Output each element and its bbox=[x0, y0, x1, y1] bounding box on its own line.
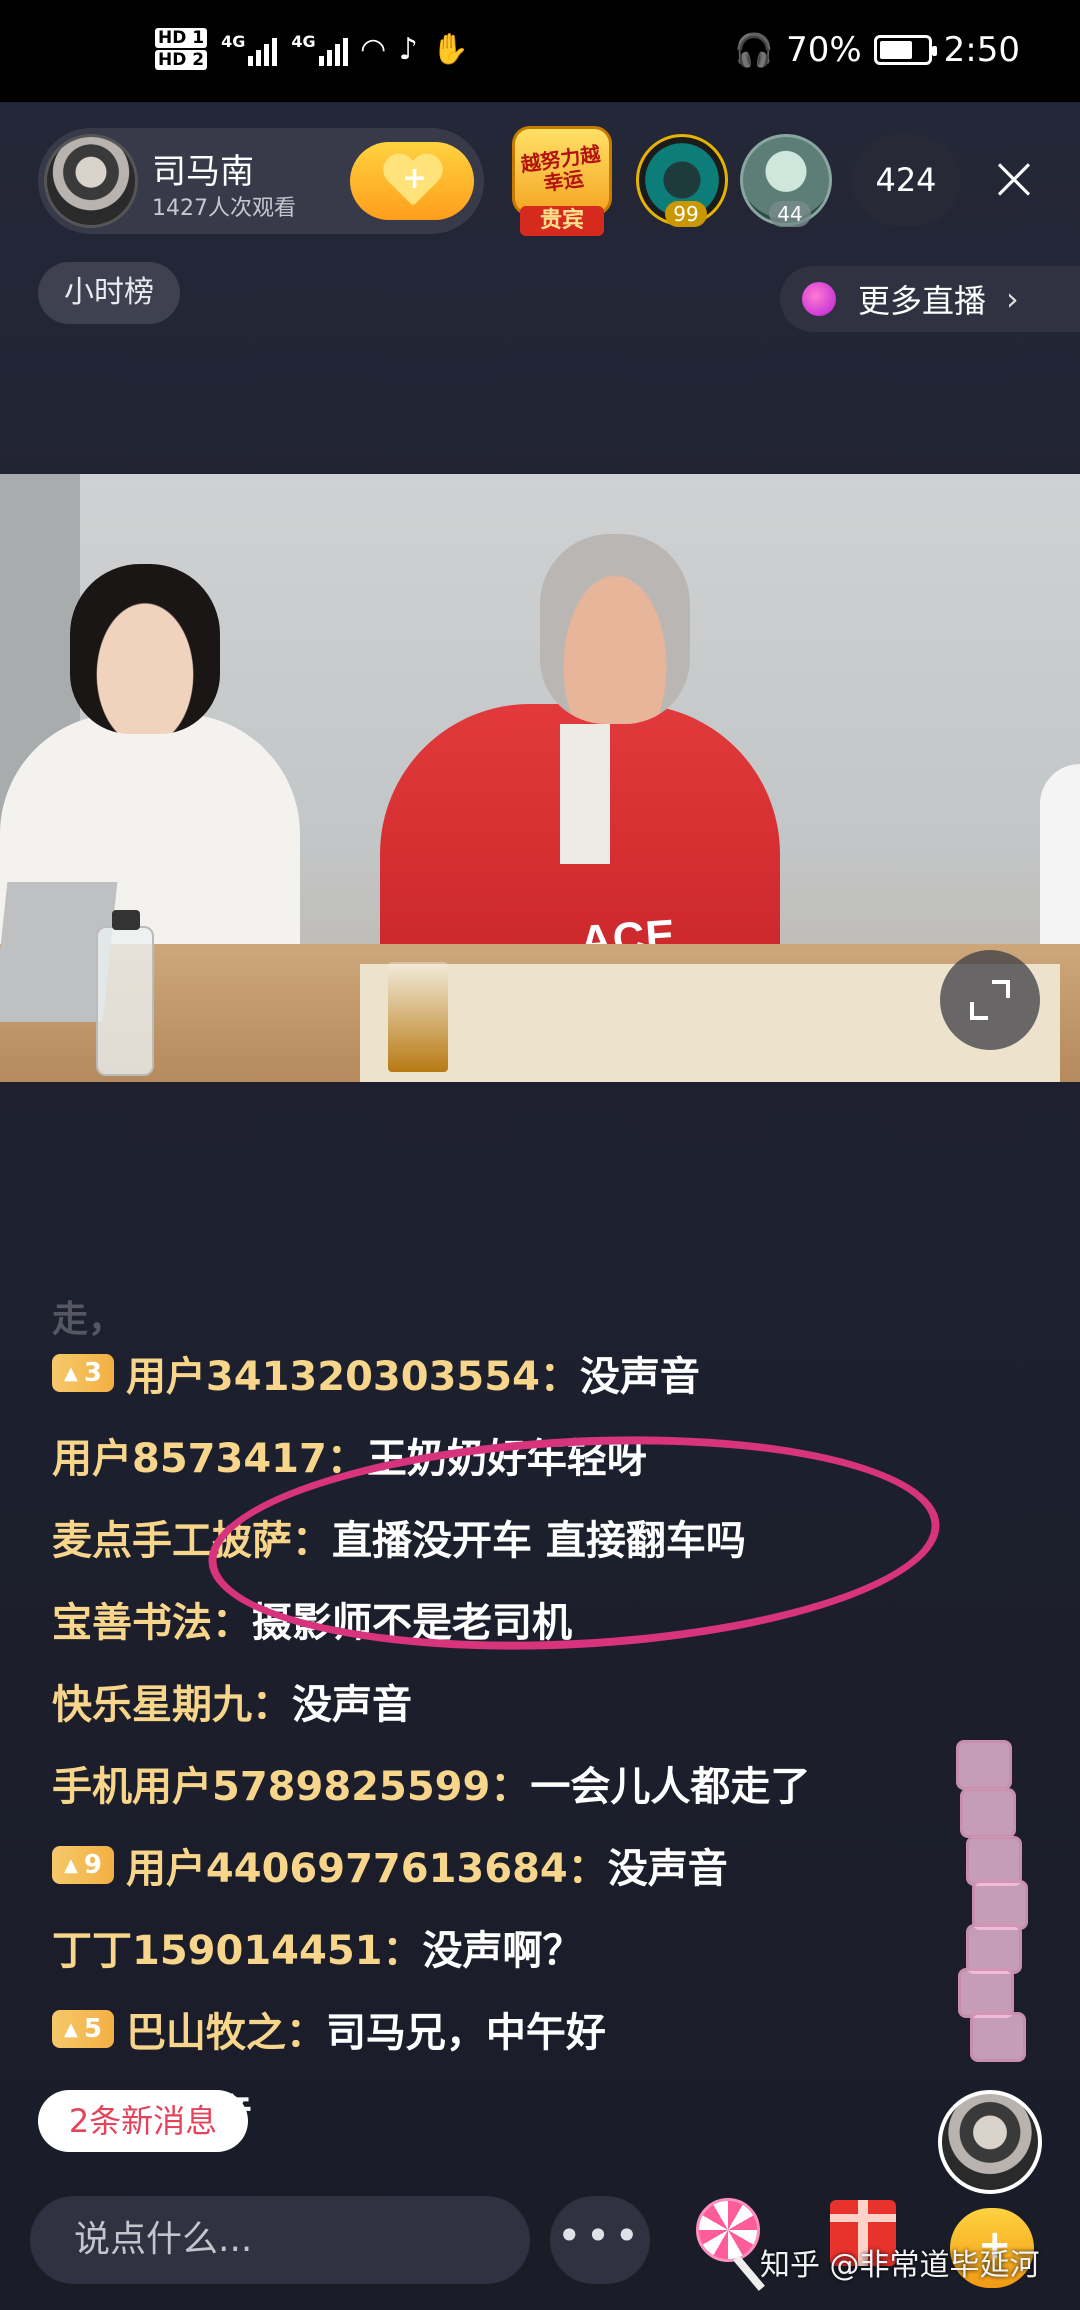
new-messages-button[interactable]: 2条新消息 bbox=[38, 2090, 248, 2152]
status-right: 🎧 70% 2:50 bbox=[734, 30, 1020, 70]
level-badge: ▲ 9 bbox=[52, 1846, 114, 1884]
status-bar: HD 1 HD 2 4G 4G ◠ ♪ ✋ 🎧 70% 2:50 bbox=[0, 0, 1080, 102]
video-bottle bbox=[96, 910, 154, 1076]
bag-icon bbox=[956, 1740, 1012, 1790]
live-stream-screen: HD 1 HD 2 4G 4G ◠ ♪ ✋ 🎧 70% 2:50 司马南 142… bbox=[0, 0, 1080, 2310]
chevron-right-icon: › bbox=[1006, 280, 1019, 318]
bag-icon bbox=[958, 1968, 1014, 2018]
video-person-left-head bbox=[70, 564, 220, 734]
chat-message[interactable]: ▲ 5 巴山牧之： 司马兄，中午好 bbox=[52, 1994, 606, 2064]
follow-button[interactable]: + bbox=[350, 142, 474, 220]
video-person-center-head bbox=[540, 534, 690, 724]
level-number: 3 bbox=[83, 1358, 102, 1388]
level-arrow-icon: ▲ bbox=[64, 1362, 78, 1384]
watermark: 知乎 @非常道毕延河 bbox=[760, 2248, 1040, 2283]
hd2-label: HD 2 bbox=[155, 50, 208, 70]
network-type-1: 4G bbox=[221, 32, 246, 51]
video-person-shirt bbox=[560, 724, 610, 864]
heart-plus-icon: + bbox=[382, 155, 442, 207]
level-badge: ▲ 3 bbox=[52, 1354, 114, 1392]
chat-text: 一会儿人都走了 bbox=[530, 1764, 811, 1810]
chat-username[interactable]: 快乐星期九： bbox=[52, 1672, 292, 1730]
chat-text: 没声音 bbox=[607, 1846, 728, 1892]
battery-percent: 70% bbox=[786, 30, 862, 70]
more-live-button[interactable]: 更多直播 › bbox=[780, 266, 1080, 332]
chat-username[interactable]: 用户341320303554： bbox=[126, 1344, 580, 1402]
host-name: 司马南 bbox=[152, 152, 254, 192]
level-badge: ▲ 5 bbox=[52, 2010, 114, 2048]
headphones-icon: 🎧 bbox=[734, 31, 775, 69]
level-number: 5 bbox=[83, 2014, 102, 2044]
vip-badge[interactable]: 越努力越幸运 贵宾 bbox=[502, 118, 622, 242]
level-arrow-icon: ▲ bbox=[64, 2018, 78, 2040]
level-number: 9 bbox=[83, 1850, 102, 1880]
hd1-label: HD 1 bbox=[155, 28, 208, 48]
status-left: HD 1 HD 2 4G 4G ◠ ♪ ✋ bbox=[155, 28, 469, 70]
online-count-button[interactable]: 424 bbox=[852, 134, 960, 226]
top-viewer-avatar-2[interactable]: 44 bbox=[740, 134, 832, 227]
hour-rank-button[interactable]: 小时榜 bbox=[38, 262, 180, 324]
tiktok-icon: ♪ bbox=[398, 31, 418, 67]
bag-icon bbox=[960, 1788, 1016, 1838]
host-avatar[interactable] bbox=[44, 134, 138, 228]
chat-username[interactable]: 宝善书法： bbox=[52, 1590, 252, 1648]
more-live-label: 更多直播 bbox=[858, 282, 987, 320]
bag-icon bbox=[966, 1924, 1022, 1974]
expand-icon bbox=[970, 980, 1010, 1020]
bag-icon bbox=[970, 2012, 1026, 2062]
shopping-bags-stack[interactable] bbox=[952, 1740, 1042, 2080]
comment-input[interactable]: 说点什么... bbox=[30, 2196, 530, 2284]
chat-username[interactable]: 用户4406977613684： bbox=[126, 1836, 608, 1894]
wifi-icon: ◠ bbox=[361, 31, 385, 67]
vip-badge-label: 贵宾 bbox=[520, 206, 604, 236]
hd-indicator: HD 1 HD 2 bbox=[155, 28, 208, 70]
signal-icon-2: 4G bbox=[291, 32, 348, 66]
close-icon[interactable]: × bbox=[982, 146, 1046, 210]
bag-icon bbox=[966, 1836, 1022, 1886]
chat-username[interactable]: 用户8573417： bbox=[52, 1426, 367, 1484]
chat-text: 司马兄，中午好 bbox=[325, 2010, 606, 2056]
chat-username[interactable]: 手机用户5789825599： bbox=[52, 1754, 530, 1812]
chat-list[interactable]: ▲ 3 用户341320303554： 没声音 用户8573417： 王奶奶好年轻呀 麦点手… bbox=[52, 1290, 952, 2170]
live-video[interactable]: ACE bbox=[0, 474, 1080, 1082]
level-arrow-icon: ▲ bbox=[64, 1854, 78, 1876]
chat-message[interactable]: 手机用户5789825599： 一会儿人都走了 bbox=[52, 1748, 810, 1818]
chat-message[interactable]: ▲ 9 用户4406977613684： 没声音 bbox=[52, 1830, 728, 1900]
battery-icon bbox=[873, 35, 937, 65]
network-type-2: 4G bbox=[291, 32, 316, 51]
more-options-button[interactable]: ••• bbox=[550, 2196, 650, 2284]
top-viewer-avatar-1[interactable]: 99 bbox=[636, 134, 728, 227]
hand-icon: ✋ bbox=[431, 31, 470, 67]
bag-icon bbox=[972, 1880, 1028, 1930]
chat-username[interactable]: 巴山牧之： bbox=[126, 2000, 326, 2058]
chat-text: 没声音 bbox=[292, 1682, 412, 1728]
top-viewer-count: 99 bbox=[665, 201, 707, 227]
host-mini-avatar[interactable] bbox=[938, 2090, 1042, 2194]
clock: 2:50 bbox=[943, 30, 1020, 70]
lollipop-icon[interactable] bbox=[696, 2198, 760, 2262]
chat-message[interactable]: 丁丁159014451： 没声啊？ bbox=[52, 1912, 583, 1982]
chat-text: 没声音 bbox=[579, 1354, 700, 1400]
signal-icon-1: 4G bbox=[221, 32, 278, 66]
host-info-pill[interactable]: 司马南 1427人次观看 + bbox=[38, 128, 484, 234]
viewer-count-text: 1427人次观看 bbox=[152, 196, 296, 221]
chat-username[interactable]: 丁丁159014451： bbox=[52, 1918, 423, 1976]
chat-message[interactable]: ▲ 3 用户341320303554： 没声音 bbox=[52, 1338, 700, 1408]
top-viewer-count: 44 bbox=[769, 201, 811, 227]
chat-message[interactable]: 快乐星期九： 没声音 bbox=[52, 1666, 412, 1736]
battery-fill bbox=[879, 41, 912, 59]
fullscreen-button[interactable] bbox=[940, 950, 1040, 1050]
video-glass bbox=[388, 962, 448, 1072]
live-dot-icon bbox=[802, 282, 836, 316]
chat-text: 没声啊？ bbox=[422, 1928, 583, 1974]
